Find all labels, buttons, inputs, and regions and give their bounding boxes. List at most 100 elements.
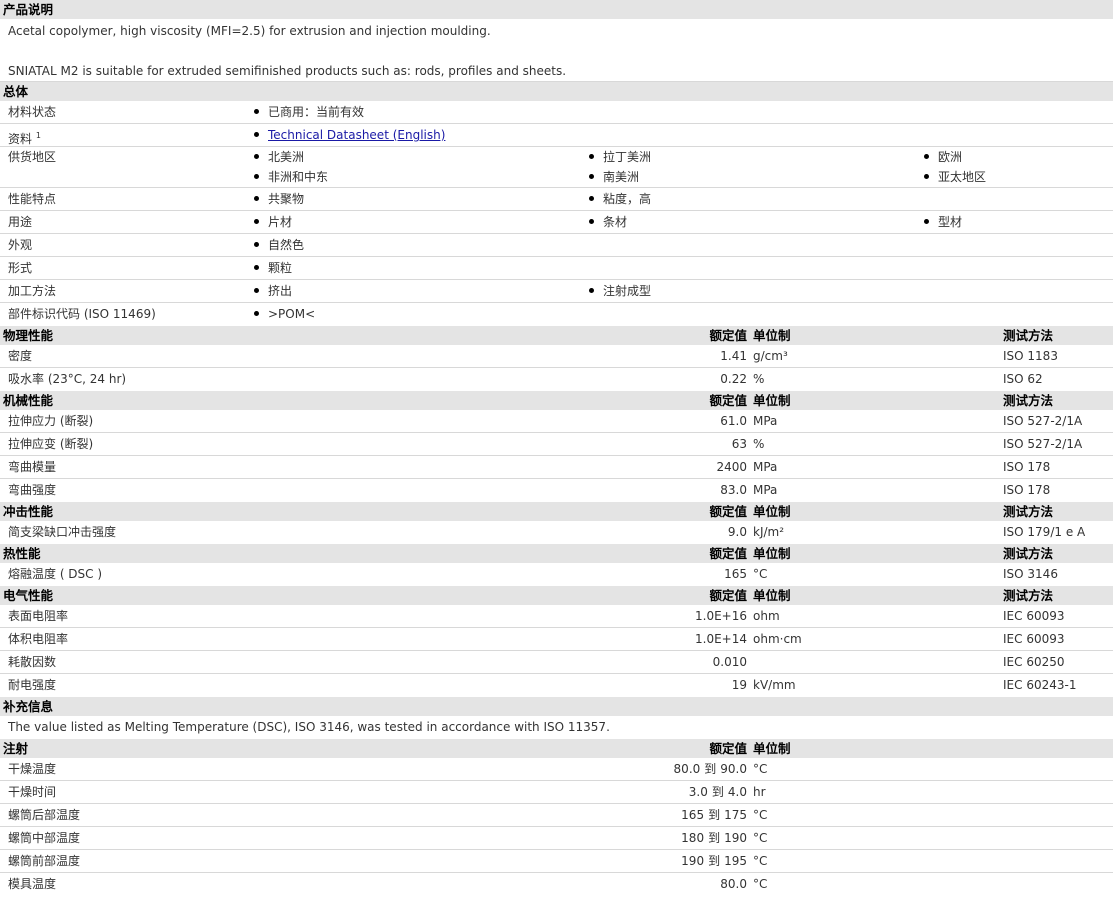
- material-status-row: 材料状态 已商用：当前有效: [0, 101, 1113, 124]
- physical-properties-header: 物理性能 额定值 单位制 测试方法: [0, 326, 1113, 345]
- bullet-icon: [254, 265, 259, 270]
- row-label: 材料状态: [8, 105, 57, 119]
- bullet-icon: [254, 109, 259, 114]
- list-item: 注射成型: [589, 280, 651, 303]
- supplementary-info-text: The value listed as Melting Temperature …: [8, 720, 610, 734]
- table-row: 拉伸应力 (断裂) 61.0 MPa ISO 527-2/1A: [0, 410, 1113, 433]
- table-row: 吸水率 (23°C, 24 hr) 0.22 % ISO 62: [8, 372, 1043, 386]
- row-label: 外观: [8, 238, 33, 252]
- bullet-icon: [254, 132, 259, 137]
- list-item: 南美洲: [589, 167, 639, 187]
- table-row: 螺筒后部温度 165 到 175 °C: [0, 804, 1113, 827]
- unit-column-header: 单位制: [753, 546, 791, 561]
- documents-row: 资料 1 Technical Datasheet (English): [0, 124, 1113, 147]
- value-column-header: 额定值: [709, 741, 747, 756]
- bullet-icon: [254, 242, 259, 247]
- description-line-1: Acetal copolymer, high viscosity (MFI=2.…: [8, 24, 491, 38]
- list-item: 颗粒: [254, 257, 292, 280]
- general-header: 总体: [0, 82, 1113, 101]
- form-row: 形式 颗粒: [0, 257, 1113, 280]
- bullet-icon: [254, 219, 259, 224]
- unit-column-header: 单位制: [753, 328, 791, 343]
- supplementary-info-header: 补充信息: [0, 697, 1113, 716]
- value-column-header: 额定值: [709, 393, 747, 408]
- list-item: 北美洲: [254, 147, 304, 167]
- bullet-icon: [924, 154, 929, 159]
- uses-row: 用途 片材 条材 型材: [0, 211, 1113, 234]
- description-line-2: SNIATAL M2 is suitable for extruded semi…: [8, 64, 567, 78]
- bullet-icon: [254, 196, 259, 201]
- unit-column-header: 单位制: [753, 588, 791, 603]
- table-row: 干燥时间 3.0 到 4.0 hr: [0, 781, 1113, 804]
- technical-datasheet-link[interactable]: Technical Datasheet (English): [268, 128, 445, 142]
- unit-column-header: 单位制: [753, 741, 791, 756]
- table-row: 螺筒前部温度 190 到 195 °C: [0, 850, 1113, 873]
- list-item: 已商用：当前有效: [254, 101, 364, 124]
- list-item: 粘度，高: [589, 188, 651, 211]
- list-item: 拉丁美洲: [589, 147, 651, 167]
- bullet-icon: [254, 311, 259, 316]
- value-column-header: 额定值: [709, 588, 747, 603]
- table-row: 模具温度 80.0 °C: [8, 877, 768, 891]
- injection-header: 注射 额定值 单位制: [0, 739, 1113, 758]
- thermal-properties-header: 热性能 额定值 单位制 测试方法: [0, 544, 1113, 563]
- bullet-icon: [589, 154, 594, 159]
- list-item: >POM<: [254, 303, 315, 326]
- product-description-header: 产品说明: [0, 0, 1113, 19]
- supply-region-row: 供货地区 北美洲 拉丁美洲 欧洲 非洲和中东 南美洲 亚太地区: [0, 147, 1113, 188]
- row-label: 用途: [8, 215, 33, 229]
- table-row: 熔融温度 ( DSC ) 165 °C ISO 3146: [8, 567, 1058, 581]
- impact-properties-header: 冲击性能 额定值 单位制 测试方法: [0, 502, 1113, 521]
- row-label: 加工方法: [8, 284, 57, 298]
- table-row: 干燥温度 80.0 到 90.0 °C: [0, 758, 1113, 781]
- electrical-properties-header: 电气性能 额定值 单位制 测试方法: [0, 586, 1113, 605]
- list-item: 挤出: [254, 280, 292, 303]
- test-column-header: 测试方法: [1003, 328, 1054, 343]
- value-column-header: 额定值: [709, 504, 747, 519]
- list-item: 亚太地区: [924, 167, 986, 187]
- bullet-icon: [589, 219, 594, 224]
- value-column-header: 额定值: [709, 328, 747, 343]
- bullet-icon: [924, 219, 929, 224]
- table-row: 简支梁缺口冲击强度 9.0 kJ/m² ISO 179/1 e A: [8, 525, 1086, 539]
- list-item: 欧洲: [924, 147, 962, 167]
- list-item: 片材: [254, 211, 292, 234]
- bullet-icon: [254, 174, 259, 179]
- bullet-icon: [924, 174, 929, 179]
- table-row: 弯曲模量 2400 MPa ISO 178: [0, 456, 1113, 479]
- test-column-header: 测试方法: [1003, 546, 1054, 561]
- table-row: 耐电强度 19 kV/mm IEC 60243-1: [8, 678, 1077, 692]
- value-column-header: 额定值: [709, 546, 747, 561]
- bullet-icon: [254, 154, 259, 159]
- test-column-header: 测试方法: [1003, 588, 1054, 603]
- row-label: 部件标识代码 (ISO 11469): [8, 307, 156, 321]
- bullet-icon: [589, 174, 594, 179]
- table-row: 体积电阻率 1.0E+14 ohm·cm IEC 60093: [0, 628, 1113, 651]
- features-row: 性能特点 共聚物 粘度，高: [0, 188, 1113, 211]
- bullet-icon: [254, 288, 259, 293]
- table-row: 螺筒中部温度 180 到 190 °C: [0, 827, 1113, 850]
- list-item: 非洲和中东: [254, 167, 328, 187]
- table-row: 耗散因数 0.010 IEC 60250: [0, 651, 1113, 674]
- table-row: 表面电阻率 1.0E+16 ohm IEC 60093: [0, 605, 1113, 628]
- list-item: Technical Datasheet (English): [254, 124, 445, 147]
- row-label: 性能特点: [8, 192, 57, 206]
- row-label: 供货地区: [8, 150, 57, 164]
- list-item: 型材: [924, 211, 962, 234]
- processing-row: 加工方法 挤出 注射成型: [0, 280, 1113, 303]
- test-column-header: 测试方法: [1003, 393, 1054, 408]
- test-column-header: 测试方法: [1003, 504, 1054, 519]
- part-marking-row: 部件标识代码 (ISO 11469) >POM<: [0, 303, 1113, 326]
- table-row: 密度 1.41 g/cm³ ISO 1183: [0, 345, 1113, 368]
- list-item: 条材: [589, 211, 627, 234]
- footnote-marker: 1: [35, 131, 41, 140]
- table-row: 拉伸应变 (断裂) 63 % ISO 527-2/1A: [0, 433, 1113, 456]
- list-item: 自然色: [254, 234, 304, 257]
- bullet-icon: [589, 196, 594, 201]
- list-item: 共聚物: [254, 188, 304, 211]
- table-row: 弯曲强度 83.0 MPa ISO 178: [8, 483, 1051, 497]
- appearance-row: 外观 自然色: [0, 234, 1113, 257]
- unit-column-header: 单位制: [753, 393, 791, 408]
- bullet-icon: [589, 288, 594, 293]
- unit-column-header: 单位制: [753, 504, 791, 519]
